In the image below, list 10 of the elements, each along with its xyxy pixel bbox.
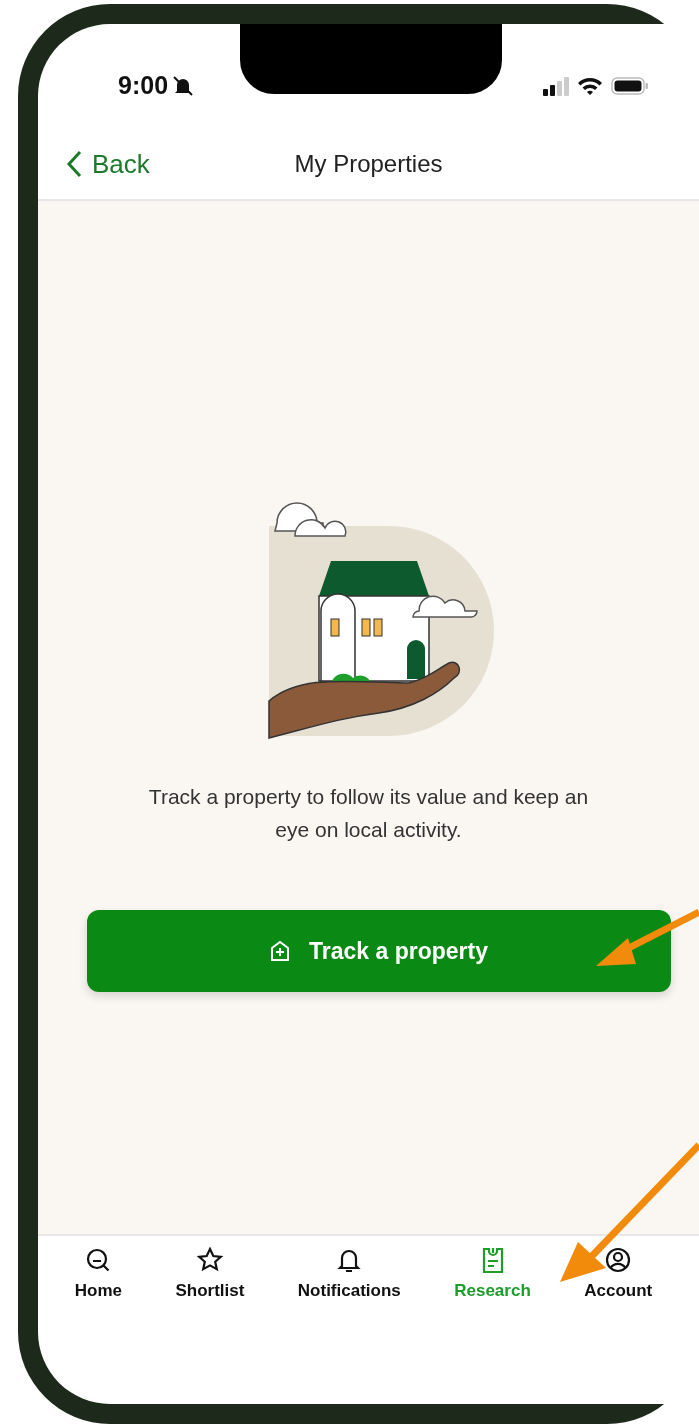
tab[interactable]: Notifications (295, 1246, 403, 1320)
page-title: My Properties (294, 150, 443, 177)
empty-state-message: Track a property to follow its value and keep an eye on local activity. (147, 784, 590, 843)
tab[interactable]: Shortlist (173, 1246, 247, 1320)
tab[interactable]: Research (452, 1246, 533, 1320)
tab[interactable]: Home (72, 1246, 124, 1320)
track-property-button[interactable]: Track a property (86, 910, 671, 993)
status-time: 9:00 (118, 69, 169, 101)
back-link[interactable]: Back (66, 144, 150, 184)
tab[interactable]: Account (582, 1246, 655, 1320)
